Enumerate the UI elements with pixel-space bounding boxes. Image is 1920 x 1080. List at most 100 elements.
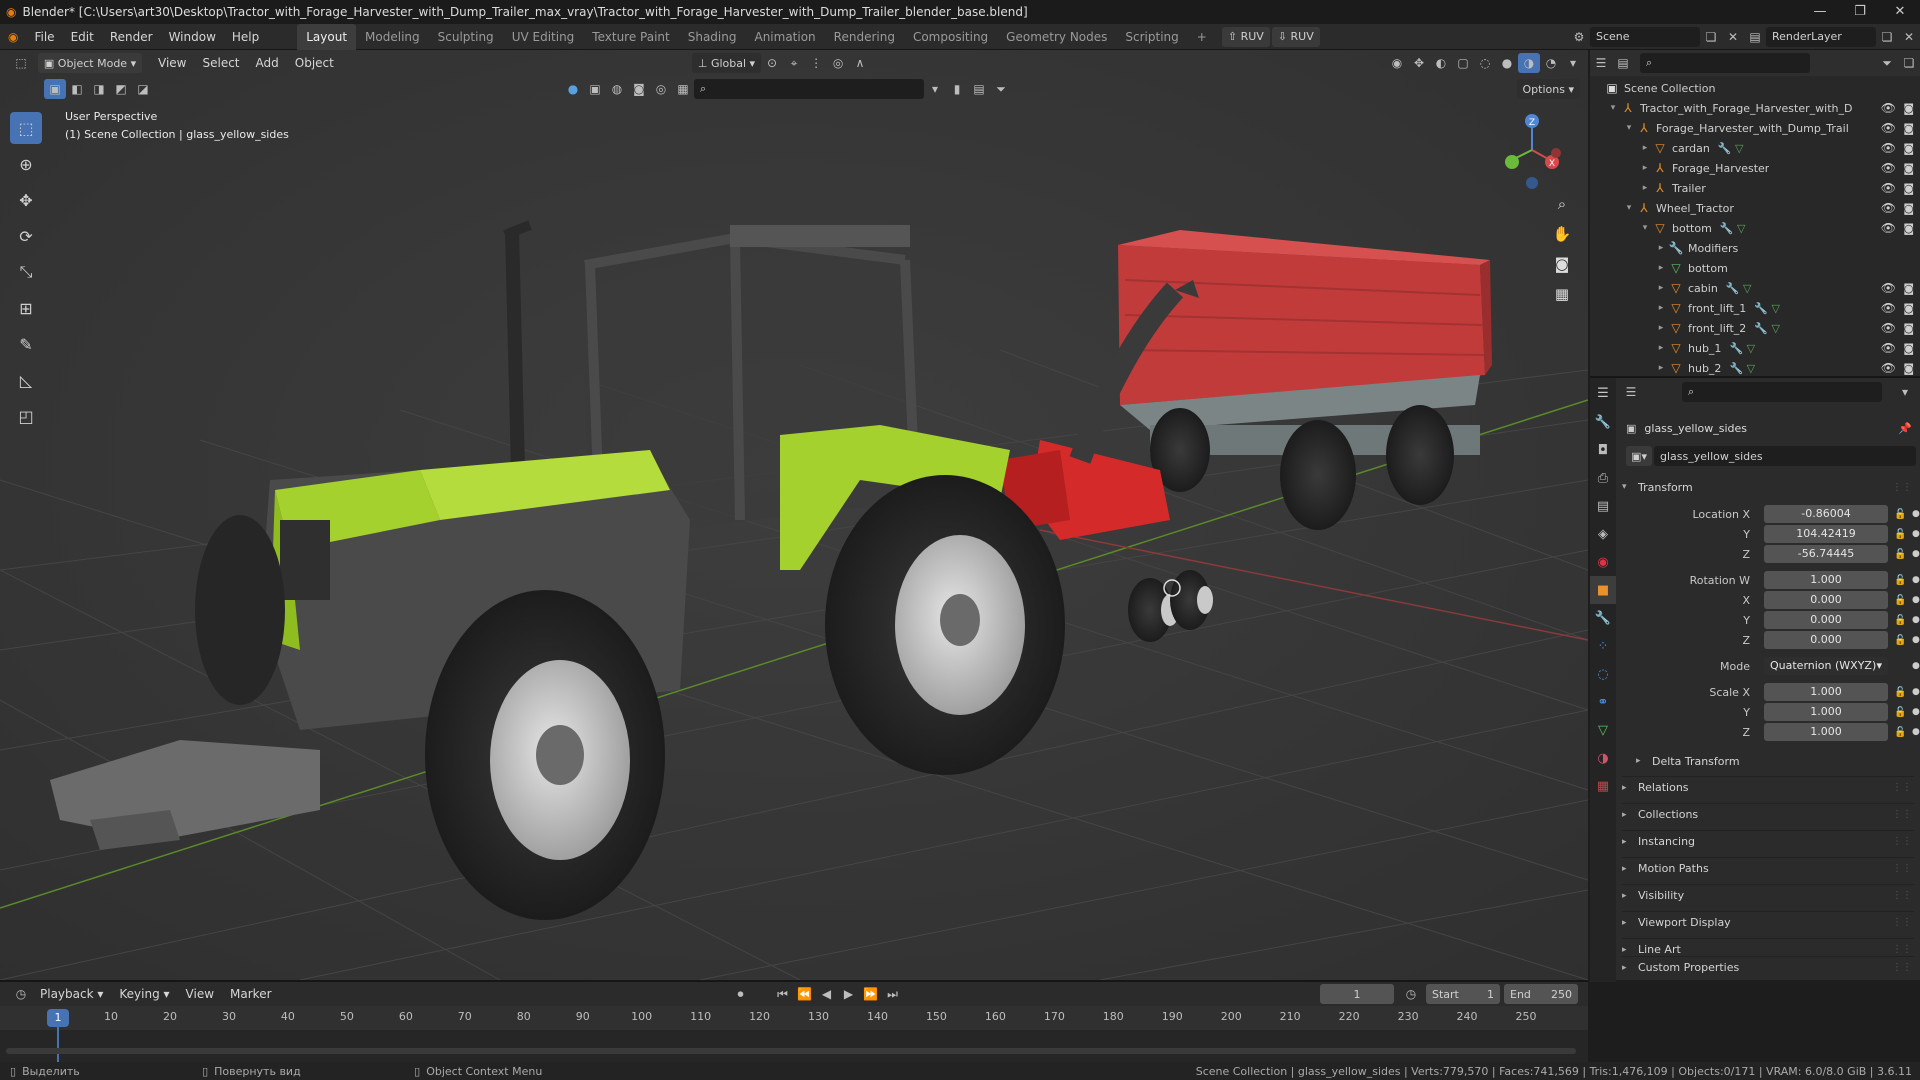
outliner-row[interactable]: ▸ ⅄ Forage_Harvester 👁 ◙ bbox=[1590, 158, 1920, 178]
drag-handle-icon[interactable]: ⋮⋮ bbox=[1892, 482, 1912, 493]
shading-options-icon[interactable]: ▾ bbox=[1562, 53, 1584, 73]
collection-icon[interactable]: ▤ bbox=[968, 79, 990, 99]
outliner-row[interactable]: ▸ ▽ cabin 🔧 ▽ 👁 ◙ bbox=[1590, 278, 1920, 298]
render-camera-icon[interactable]: ◙ bbox=[1903, 322, 1914, 335]
outliner-row[interactable]: ▾ ⅄ Wheel_Tractor 👁 ◙ bbox=[1590, 198, 1920, 218]
solid-shading-icon[interactable]: ● bbox=[1496, 53, 1518, 73]
view-layer-selector[interactable]: RenderLayer bbox=[1766, 26, 1876, 47]
pin-icon[interactable]: 📌 bbox=[1898, 422, 1912, 435]
eye-icon[interactable]: 👁 bbox=[1881, 161, 1896, 175]
snap-target-icon[interactable]: ⋮ bbox=[805, 53, 827, 73]
location-y-field[interactable]: 104.42419 bbox=[1764, 525, 1888, 543]
view-layer-icon[interactable]: ▤ bbox=[1744, 27, 1766, 47]
outliner-row[interactable]: ▾ ⅄ Forage_Harvester_with_Dump_Trail 👁 ◙ bbox=[1590, 118, 1920, 138]
timeline-menu-playback[interactable]: Playback ▾ bbox=[32, 981, 111, 1007]
snap-icon[interactable]: ⌖ bbox=[783, 53, 805, 73]
eye-icon[interactable]: 👁 bbox=[1881, 121, 1896, 135]
drag-handle-icon[interactable]: ⋮⋮ bbox=[1892, 944, 1912, 955]
lock-icon[interactable]: 🔓 bbox=[1894, 707, 1906, 718]
section-custom-properties[interactable]: ▸ Custom Properties ⋮⋮ bbox=[1622, 956, 1914, 978]
modifier-data-icon[interactable]: 🔧 ▽ bbox=[1729, 342, 1755, 355]
outliner-editor-icon[interactable]: ☰ bbox=[1590, 53, 1612, 73]
pan-hand-icon[interactable]: ✋ bbox=[1548, 220, 1576, 248]
filter-object-icon[interactable]: ▣ bbox=[584, 79, 606, 99]
filter-other-icon[interactable]: ▦ bbox=[672, 79, 694, 99]
scene-icon[interactable]: ⚙ bbox=[1568, 27, 1590, 47]
options-dropdown[interactable]: Options ▾ bbox=[1516, 79, 1580, 99]
tab-texture-paint[interactable]: Texture Paint bbox=[583, 24, 678, 50]
props-editor-icon[interactable]: ☰ bbox=[1590, 378, 1616, 408]
lock-icon[interactable]: 🔓 bbox=[1894, 529, 1906, 540]
lock-icon[interactable]: 🔓 bbox=[1894, 575, 1906, 586]
annotate-tool-icon[interactable]: ✎ bbox=[10, 328, 42, 360]
outliner-search-input[interactable]: ⌕ bbox=[1640, 53, 1810, 73]
drag-handle-icon[interactable]: ⋮⋮ bbox=[1892, 782, 1912, 793]
eye-icon[interactable]: 👁 bbox=[1881, 221, 1896, 235]
falloff-icon[interactable]: ∧ bbox=[849, 53, 871, 73]
eye-icon[interactable]: 👁 bbox=[1881, 361, 1896, 375]
timeline-editor-icon[interactable]: ◷ bbox=[10, 984, 32, 1004]
drag-handle-icon[interactable]: ⋮⋮ bbox=[1892, 863, 1912, 874]
world-tab-icon[interactable]: ◉ bbox=[1590, 548, 1616, 576]
new-layer-icon[interactable]: ❏ bbox=[1876, 27, 1898, 47]
section-instancing[interactable]: ▸ Instancing ⋮⋮ bbox=[1622, 830, 1914, 852]
outliner-row[interactable]: ▾ ⅄ Tractor_with_Forage_Harvester_with_D 👁 ◙ bbox=[1590, 98, 1920, 118]
outliner-row[interactable]: ▸ 🔧 Modifiers bbox=[1590, 238, 1920, 258]
lock-icon[interactable]: 🔓 bbox=[1894, 615, 1906, 626]
constraints-tab-icon[interactable]: ⚭ bbox=[1590, 688, 1616, 716]
select-intersect-icon[interactable]: ◪ bbox=[132, 79, 154, 99]
outliner-row[interactable]: ▸ ▽ cardan 🔧 ▽ 👁 ◙ bbox=[1590, 138, 1920, 158]
chevron-right-icon[interactable]: ▸ bbox=[1638, 183, 1652, 193]
chevron-right-icon[interactable]: ▸ bbox=[1654, 323, 1668, 333]
new-scene-icon[interactable]: ❏ bbox=[1700, 27, 1722, 47]
chevron-down-icon[interactable]: ▾ bbox=[924, 79, 946, 99]
gizmo-icon[interactable]: ✥ bbox=[1408, 53, 1430, 73]
chevron-right-icon[interactable]: ▸ bbox=[1654, 243, 1668, 253]
filter-camera-icon[interactable]: ◙ bbox=[628, 79, 650, 99]
section-collections[interactable]: ▸ Collections ⋮⋮ bbox=[1622, 803, 1914, 825]
tab-modeling[interactable]: Modeling bbox=[356, 24, 429, 50]
filter-icon[interactable]: ⏷ bbox=[990, 79, 1012, 99]
keyframe-dot-icon[interactable]: ● bbox=[1912, 549, 1920, 559]
menu-window[interactable]: Window bbox=[161, 24, 224, 50]
rotation-w-field[interactable]: 1.000 bbox=[1764, 571, 1888, 589]
tab-layout[interactable]: Layout bbox=[297, 23, 357, 50]
render-camera-icon[interactable]: ◙ bbox=[1903, 102, 1914, 115]
outliner-row[interactable]: ▸ ▽ bottom bbox=[1590, 258, 1920, 278]
cursor-tool-icon[interactable]: ⊕ bbox=[10, 148, 42, 180]
outliner-row[interactable]: ▸ ▽ hub_1 🔧 ▽ 👁 ◙ bbox=[1590, 338, 1920, 358]
transform-orientation-dropdown[interactable]: ⊥ Global ▾ bbox=[691, 53, 762, 73]
modifier-data-icon[interactable]: 🔧 ▽ bbox=[1720, 222, 1746, 235]
keyframe-dot-icon[interactable]: ● bbox=[1912, 727, 1920, 737]
minimize-icon[interactable]: — bbox=[1800, 0, 1840, 24]
render-camera-icon[interactable]: ◙ bbox=[1903, 362, 1914, 375]
viewport-search-input[interactable]: ⌕ bbox=[694, 79, 924, 99]
ortho-grid-icon[interactable]: ▦ bbox=[1548, 280, 1576, 308]
wireframe-shading-icon[interactable]: ◌ bbox=[1474, 53, 1496, 73]
viewport-menu-select[interactable]: Select bbox=[194, 50, 247, 76]
menu-file[interactable]: File bbox=[26, 24, 62, 50]
render-camera-icon[interactable]: ◙ bbox=[1903, 302, 1914, 315]
scale-y-field[interactable]: 1.000 bbox=[1764, 703, 1888, 721]
eye-icon[interactable]: 👁 bbox=[1881, 101, 1896, 115]
menu-edit[interactable]: Edit bbox=[63, 24, 102, 50]
navigation-gizmo[interactable]: Z X bbox=[1492, 105, 1572, 195]
chevron-down-icon[interactable]: ▾ bbox=[1622, 123, 1636, 133]
jump-start-icon[interactable]: ⏮ bbox=[772, 984, 794, 1004]
delete-scene-icon[interactable]: ✕ bbox=[1722, 27, 1744, 47]
menu-help[interactable]: Help bbox=[224, 24, 267, 50]
section-viewport-display[interactable]: ▸ Viewport Display ⋮⋮ bbox=[1622, 911, 1914, 933]
physics-tab-icon[interactable]: ◌ bbox=[1590, 660, 1616, 688]
add-cube-tool-icon[interactable]: ◰ bbox=[10, 400, 42, 432]
eye-icon[interactable]: 👁 bbox=[1881, 141, 1896, 155]
object-type-icon[interactable]: ▣▾ bbox=[1626, 446, 1652, 466]
lock-icon[interactable]: 🔓 bbox=[1894, 727, 1906, 738]
rotation-z-field[interactable]: 0.000 bbox=[1764, 631, 1888, 649]
tab-rendering[interactable]: Rendering bbox=[825, 24, 904, 50]
outliner-row[interactable]: ▸ ▽ front_lift_1 🔧 ▽ 👁 ◙ bbox=[1590, 298, 1920, 318]
keyframe-dot-icon[interactable]: ● bbox=[1912, 509, 1920, 519]
rotate-tool-icon[interactable]: ⟳ bbox=[10, 220, 42, 252]
modifier-data-icon[interactable]: 🔧 ▽ bbox=[1754, 302, 1780, 315]
eye-icon[interactable]: 👁 bbox=[1881, 301, 1896, 315]
render-camera-icon[interactable]: ◙ bbox=[1903, 182, 1914, 195]
